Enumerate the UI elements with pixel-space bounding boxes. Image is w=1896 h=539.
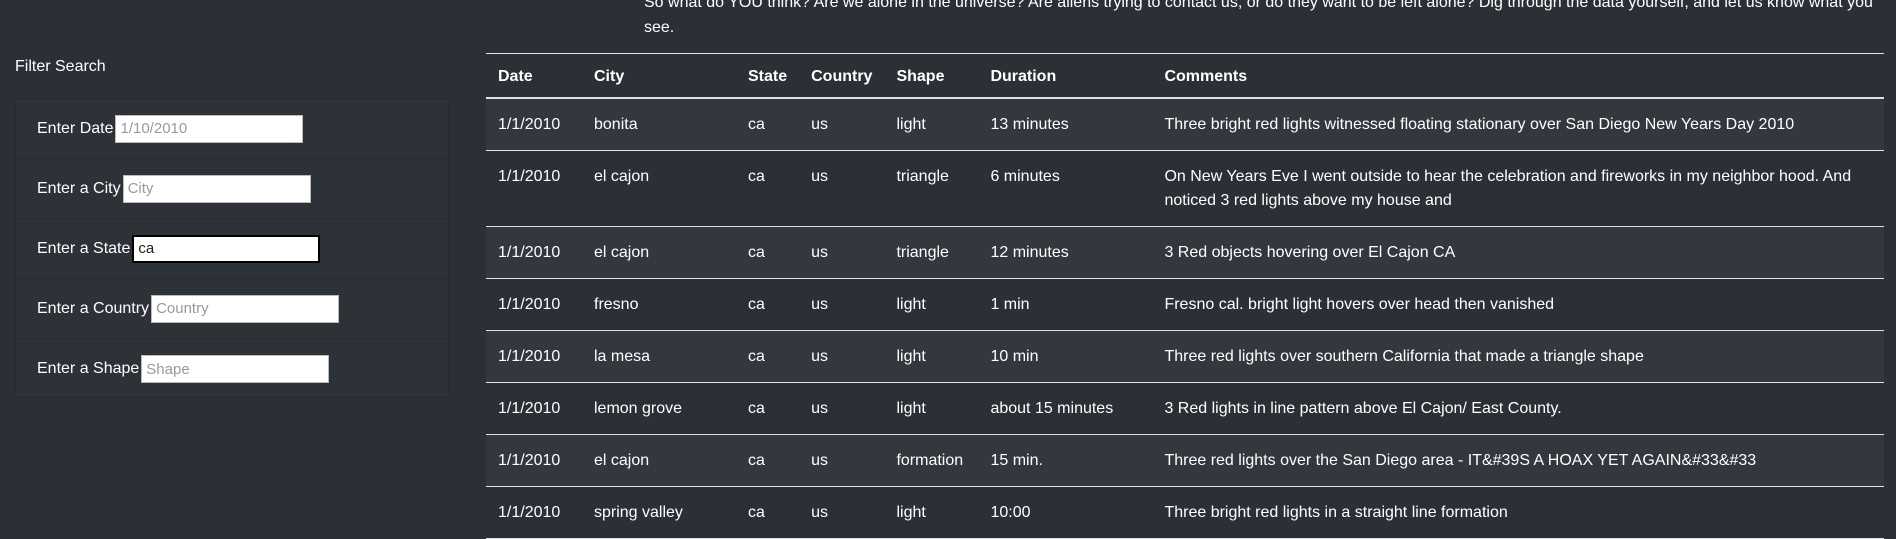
column-header-duration: Duration	[978, 53, 1153, 99]
filter-panel: Enter Date Enter a City Enter a State En…	[15, 98, 449, 398]
cell-shape: light	[884, 382, 979, 435]
column-header-comments: Comments	[1152, 53, 1884, 99]
city-input[interactable]	[122, 174, 311, 203]
column-header-date: Date	[486, 53, 582, 99]
table-row: 1/1/2010 la mesa ca us light 10 min Three red …	[486, 330, 1884, 383]
cell-duration: 15 min.	[978, 434, 1153, 487]
cell-comments: Three bright red lights in a straight li…	[1152, 486, 1884, 539]
cell-shape: triangle	[884, 226, 979, 279]
cell-country: us	[799, 226, 885, 279]
table-row: 1/1/2010 el cajon ca us formation 15 min. Thre…	[486, 434, 1884, 487]
cell-state: ca	[736, 98, 800, 151]
cell-date: 1/1/2010	[486, 278, 582, 331]
intro-paragraph: So what do YOU think? Are we alone in th…	[644, 0, 1873, 36]
cell-city: la mesa	[582, 330, 736, 383]
cell-state: ca	[736, 330, 800, 383]
cell-shape: light	[884, 278, 979, 331]
cell-country: us	[799, 330, 885, 383]
table-row: 1/1/2010 el cajon ca us triangle 12 minutes 3 …	[486, 226, 1884, 279]
table-row: 1/1/2010 el cajon ca us triangle 6 minutes On …	[486, 150, 1884, 227]
table-row: 1/1/2010 bonita ca us light 13 minutes Three b…	[486, 98, 1884, 151]
filter-item-date: Enter Date	[16, 99, 448, 159]
cell-country: us	[799, 150, 885, 227]
cell-city: lemon grove	[582, 382, 736, 435]
table-row: 1/1/2010 spring valley ca us light 10:00 Three…	[486, 486, 1884, 539]
cell-state: ca	[736, 278, 800, 331]
cell-comments: Three bright red lights witnessed floati…	[1152, 98, 1884, 151]
cell-city: el cajon	[582, 150, 736, 227]
cell-duration: 13 minutes	[978, 98, 1153, 151]
filter-item-country: Enter a Country	[16, 279, 448, 339]
cell-shape: light	[884, 98, 979, 151]
cell-city: el cajon	[582, 434, 736, 487]
cell-country: us	[799, 434, 885, 487]
cell-shape: formation	[884, 434, 979, 487]
table-row: 1/1/2010 fresno ca us light 1 min Fresno cal. …	[486, 278, 1884, 331]
cell-date: 1/1/2010	[486, 330, 582, 383]
state-label: Enter a State	[37, 239, 131, 257]
cell-shape: light	[884, 486, 979, 539]
cell-state: ca	[736, 382, 800, 435]
shape-label: Enter a Shape	[37, 360, 140, 377]
cell-shape: triangle	[884, 150, 979, 227]
date-input[interactable]	[115, 114, 304, 143]
cell-duration: about 15 minutes	[978, 382, 1153, 435]
cell-country: us	[799, 382, 885, 435]
column-header-shape: Shape	[884, 53, 979, 99]
ufo-sightings-table: Date City State Country Shape Duration C…	[486, 53, 1884, 539]
cell-duration: 12 minutes	[978, 226, 1153, 279]
cell-shape: light	[884, 330, 979, 383]
country-input[interactable]	[151, 294, 340, 323]
cell-state: ca	[736, 486, 800, 539]
cell-duration: 10 min	[978, 330, 1153, 383]
cell-comments: Three red lights over the San Diego area…	[1152, 434, 1884, 487]
cell-duration: 10:00	[978, 486, 1153, 539]
filter-item-state: Enter a State	[16, 219, 448, 279]
cell-country: us	[799, 98, 885, 151]
cell-city: el cajon	[582, 226, 736, 279]
country-label: Enter a Country	[37, 299, 150, 317]
table-body: 1/1/2010 bonita ca us light 13 minutes Three b…	[486, 98, 1884, 539]
cell-state: ca	[736, 150, 800, 227]
cell-duration: 6 minutes	[978, 150, 1153, 227]
cell-date: 1/1/2010	[486, 486, 582, 539]
cell-state: ca	[736, 226, 800, 279]
ufo-table-container: Date City State Country Shape Duration C…	[486, 53, 1884, 539]
date-label: Enter Date	[37, 119, 114, 137]
city-label: Enter a City	[37, 179, 121, 197]
column-header-city: City	[582, 53, 736, 99]
cell-date: 1/1/2010	[486, 382, 582, 435]
cell-date: 1/1/2010	[486, 98, 582, 151]
state-input[interactable]	[132, 234, 321, 263]
column-header-state: State	[736, 53, 800, 99]
cell-state: ca	[736, 434, 800, 487]
cell-country: us	[799, 486, 885, 539]
filter-item-city: Enter a City	[16, 159, 448, 219]
filter-search-title: Filter Search	[15, 58, 106, 75]
shape-input[interactable]	[141, 355, 330, 383]
cell-comments: 3 Red lights in line pattern above El Ca…	[1152, 382, 1884, 435]
cell-date: 1/1/2010	[486, 150, 582, 227]
cell-country: us	[799, 278, 885, 331]
filter-item-shape: Enter a Shape	[16, 339, 448, 399]
cell-city: spring valley	[582, 486, 736, 539]
cell-city: bonita	[582, 98, 736, 151]
cell-comments: 3 Red objects hovering over El Cajon CA	[1152, 226, 1884, 279]
table-row: 1/1/2010 lemon grove ca us light about 15 min…	[486, 382, 1884, 435]
cell-city: fresno	[582, 278, 736, 331]
cell-comments: On New Years Eve I went outside to hear …	[1152, 150, 1884, 227]
column-header-country: Country	[799, 53, 885, 99]
table-header-row: Date City State Country Shape Duration C…	[486, 53, 1884, 99]
cell-date: 1/1/2010	[486, 434, 582, 487]
cell-date: 1/1/2010	[486, 226, 582, 279]
cell-duration: 1 min	[978, 278, 1153, 331]
cell-comments: Fresno cal. bright light hovers over hea…	[1152, 278, 1884, 331]
cell-comments: Three red lights over southern Californi…	[1152, 330, 1884, 383]
